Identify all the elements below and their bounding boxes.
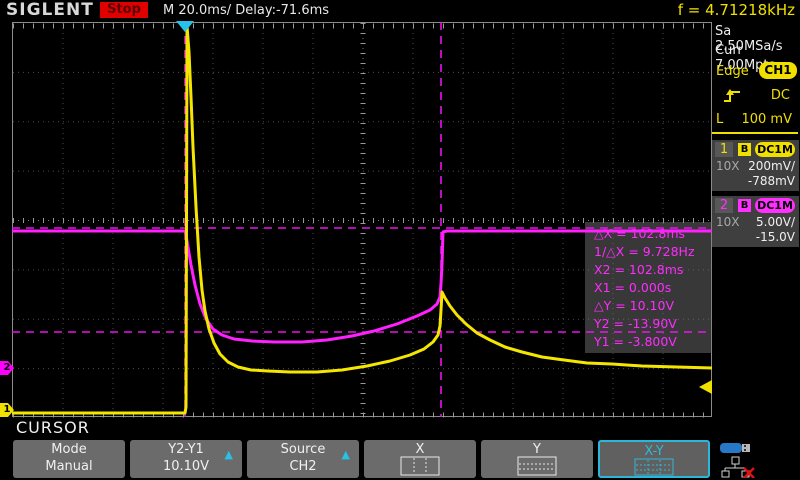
- cursor-delta-x: △X = 102.8ms: [594, 225, 712, 243]
- trigger-level-value: 100 mV: [741, 112, 792, 127]
- brand-logo: SIGLENT: [6, 0, 94, 20]
- button-label: Y: [481, 442, 593, 457]
- cursor-y2: Y2 = -13.90V: [594, 315, 712, 333]
- ch2-bandwidth-badge: B: [738, 199, 751, 212]
- ch2-offset: -15.0V: [756, 230, 795, 244]
- trigger-coupling: DC: [771, 88, 790, 103]
- trigger-position-marker-icon[interactable]: [176, 21, 194, 32]
- usb-icon: [720, 441, 754, 455]
- ch1-bandwidth-badge: B: [738, 143, 751, 156]
- trigger-type-row: Edge CH1: [712, 64, 800, 79]
- button-label: X: [364, 442, 476, 457]
- button-value: CH2: [247, 459, 359, 474]
- x-cursor-icon: [364, 456, 476, 480]
- ch2-number: 2: [715, 198, 733, 213]
- graticule-area: [12, 22, 712, 417]
- top-bar: SIGLENT Stop M 20.0ms/ Delay:-71.6ms f =…: [0, 0, 800, 20]
- cursor-y1: Y1 = -3.800V: [594, 333, 712, 351]
- ch2-info-box[interactable]: 2 B DC1M 10X 5.00V/ -15.0V: [712, 196, 799, 247]
- status-sidebar: Sa 2.50MSa/s Curr 7.00Mpts Edge CH1 DC L…: [712, 20, 800, 420]
- ch2-probe-factor: 10X: [716, 215, 740, 229]
- ch2-volts-per-div: 5.00V/: [756, 215, 795, 229]
- trigger-level-row: L 100 mV: [712, 112, 800, 127]
- cursor-readout-panel: △X = 102.8ms 1/△X = 9.728Hz X2 = 102.8ms…: [585, 222, 712, 353]
- menu-button-source[interactable]: Source CH2 ▲: [247, 440, 359, 478]
- trigger-level-marker-icon[interactable]: [699, 380, 712, 394]
- cursor-x2: X2 = 102.8ms: [594, 261, 712, 279]
- menu-button-y2y1[interactable]: Y2-Y1 10.10V ▲: [130, 440, 242, 478]
- button-value: 10.10V: [130, 459, 242, 474]
- menu-button-y-cursor[interactable]: Y: [481, 440, 593, 478]
- timebase-readout: M 20.0ms/ Delay:-71.6ms: [163, 3, 329, 18]
- trigger-level-label: L: [716, 112, 723, 127]
- ch2-coupling-badge: DC1M: [755, 198, 795, 213]
- trigger-type: Edge: [716, 64, 749, 79]
- cursor-x1: X1 = 0.000s: [594, 279, 712, 297]
- ch1-number: 1: [715, 142, 733, 157]
- menu-title: CURSOR: [16, 418, 90, 437]
- y-cursor-icon: [481, 456, 593, 480]
- menu-button-x-cursor[interactable]: X: [364, 440, 476, 478]
- trigger-section-underline: [712, 132, 798, 134]
- graticule-svg: [13, 23, 713, 418]
- button-value: Manual: [13, 459, 125, 474]
- cursor-inv-delta-x: 1/△X = 9.728Hz: [594, 243, 712, 261]
- acquisition-status-badge[interactable]: Stop: [100, 2, 148, 18]
- lan-disconnected-icon: [720, 456, 756, 478]
- oscilloscope-screen: SIGLENT Stop M 20.0ms/ Delay:-71.6ms f =…: [0, 0, 800, 480]
- ch1-offset: -788mV: [748, 174, 795, 188]
- trigger-source-badge: CH1: [759, 62, 797, 79]
- button-label: Mode: [13, 442, 125, 457]
- adjust-arrow-icon: ▲: [342, 448, 350, 461]
- ch1-probe-factor: 10X: [716, 159, 740, 173]
- cursor-delta-y: △Y = 10.10V: [594, 297, 712, 315]
- xy-cursor-icon: [600, 458, 708, 480]
- ch1-coupling-badge: DC1M: [755, 142, 795, 157]
- menu-button-xy-cursor[interactable]: X-Y: [598, 440, 710, 478]
- rising-edge-icon: [722, 88, 742, 103]
- menu-button-mode[interactable]: Mode Manual: [13, 440, 125, 478]
- ch1-volts-per-div: 200mV/: [748, 159, 795, 173]
- ch1-info-box[interactable]: 1 B DC1M 10X 200mV/ -788mV: [712, 140, 799, 191]
- adjust-arrow-icon: ▲: [225, 448, 233, 461]
- trigger-coupling-row: DC: [712, 88, 800, 105]
- button-label: X-Y: [600, 444, 708, 459]
- status-icons: [720, 440, 780, 480]
- frequency-counter: f = 4.71218kHz: [678, 1, 795, 19]
